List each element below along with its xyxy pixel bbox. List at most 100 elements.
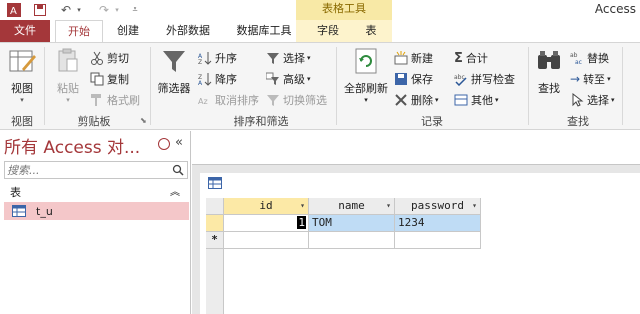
replace-icon: ab ac — [570, 51, 584, 65]
search-icon[interactable] — [172, 164, 184, 179]
column-header-name[interactable]: name ▾ — [309, 198, 395, 215]
table-cell-name[interactable]: TOM — [309, 215, 395, 232]
totals-button[interactable]: Σ 合计 — [454, 49, 488, 67]
ribbon: 视图 ▾ 视图 粘贴 ▾ 剪切 复制 格式刷 剪贴板 ⬊ 筛选器 AZ 升序 Z… — [0, 42, 640, 130]
more-button[interactable]: 其他 ▾ — [454, 91, 499, 109]
customize-qat-icon[interactable]: ⩡ — [130, 2, 140, 18]
record-selector-column — [206, 249, 224, 314]
column-header-id[interactable]: id ▾ — [224, 198, 309, 215]
column-dropdown-icon[interactable]: ▾ — [300, 198, 305, 214]
tab-table[interactable]: 表 — [356, 20, 386, 42]
paste-button[interactable]: 粘贴 ▾ — [50, 47, 86, 104]
save-icon[interactable] — [32, 2, 48, 18]
svg-text:ab: ab — [570, 52, 578, 59]
filter-label: 筛选器 — [157, 82, 191, 95]
cut-button[interactable]: 剪切 — [90, 49, 129, 67]
new-row-cell[interactable] — [395, 232, 481, 249]
view-icon — [4, 47, 40, 78]
delete-dropdown-icon: ▾ — [435, 96, 439, 104]
column-header-label: id — [259, 199, 273, 212]
nav-section-tables[interactable]: 表 ︽ — [4, 183, 188, 199]
tab-fields[interactable]: 字段 — [310, 20, 346, 42]
paste-dropdown-icon: ▾ — [66, 96, 70, 104]
selection-filter-label: 选择 — [283, 52, 305, 65]
selection-filter-button[interactable]: 选择 ▾ — [266, 49, 311, 67]
nav-item-table[interactable]: t_u — [4, 202, 189, 220]
advanced-filter-icon — [266, 72, 280, 86]
select-button[interactable]: 选择 ▾ — [570, 91, 615, 109]
advanced-filter-button[interactable]: 高级 ▾ — [266, 70, 311, 88]
find-button[interactable]: 查找 — [532, 47, 566, 96]
table-tools-context-label: 表格工具 — [296, 0, 392, 20]
find-group-label: 查找 — [567, 115, 589, 128]
nav-pane-title[interactable]: 所有 Access 对... — [4, 133, 140, 158]
column-dropdown-icon[interactable]: ▾ — [472, 198, 477, 214]
select-all-corner[interactable] — [206, 198, 224, 215]
view-button[interactable]: 视图 ▾ — [4, 47, 40, 104]
svg-text:Az: Az — [198, 97, 208, 106]
toggle-filter-button[interactable]: 切换筛选 — [266, 91, 327, 109]
record-selector[interactable] — [206, 215, 224, 232]
clipboard-launcher-icon[interactable]: ⬊ — [140, 116, 147, 125]
refresh-dropdown-icon: ▾ — [364, 96, 368, 104]
tab-database-tools[interactable]: 数据库工具 — [228, 20, 300, 42]
section-collapse-icon[interactable]: ︽ — [170, 183, 180, 198]
sort-descending-icon: ZA — [198, 72, 212, 86]
new-row-cell[interactable] — [309, 232, 395, 249]
column-header-password[interactable]: password ▾ — [395, 198, 481, 215]
cell-value: 1234 — [398, 216, 425, 229]
more-dropdown-icon: ▾ — [495, 96, 499, 104]
new-record-button[interactable]: 新建 — [394, 49, 433, 67]
app-title: Access — [594, 2, 636, 16]
replace-label: 替换 — [587, 52, 609, 65]
undo-dropdown-icon[interactable]: ▾ — [74, 2, 84, 18]
cursor-icon — [570, 93, 584, 107]
tab-home[interactable]: 开始 — [55, 20, 103, 42]
column-dropdown-icon[interactable]: ▾ — [386, 198, 391, 214]
table-cell-id[interactable]: 1 — [224, 215, 309, 232]
redo-icon[interactable]: ↷ — [96, 2, 112, 18]
cell-value: TOM — [312, 216, 332, 229]
cell-value: 1 — [297, 216, 306, 229]
table-cell-password[interactable]: 1234 — [395, 215, 481, 232]
totals-label: 合计 — [465, 52, 488, 65]
tab-create[interactable]: 创建 — [110, 20, 146, 42]
delete-record-button[interactable]: 删除 ▾ — [394, 91, 439, 109]
redo-dropdown-icon[interactable]: ▾ — [112, 2, 122, 18]
new-record-label: 新建 — [411, 52, 433, 65]
nav-menu-icon[interactable] — [158, 138, 170, 150]
cut-label: 剪切 — [107, 52, 129, 65]
format-painter-label: 格式刷 — [107, 94, 140, 107]
svg-text:ac: ac — [575, 59, 582, 65]
format-painter-button[interactable]: 格式刷 — [90, 91, 140, 109]
nav-search-input[interactable] — [5, 162, 165, 178]
column-header-label: password — [411, 199, 464, 212]
sort-ascending-button[interactable]: AZ 升序 — [198, 49, 237, 67]
paste-label: 粘贴 — [57, 82, 79, 95]
sort-descending-button[interactable]: ZA 降序 — [198, 70, 237, 88]
replace-button[interactable]: ab ac 替换 — [570, 49, 609, 67]
new-record-marker[interactable]: * — [206, 232, 224, 249]
copy-button[interactable]: 复制 — [90, 70, 129, 88]
undo-icon[interactable]: ↶ — [58, 2, 74, 18]
tab-file[interactable]: 文件 — [0, 20, 50, 42]
nav-item-label: t_u — [36, 204, 53, 218]
tab-external-data[interactable]: 外部数据 — [158, 20, 218, 42]
goto-button[interactable]: → 转至 ▾ — [570, 70, 611, 88]
advanced-filter-label: 高级 — [283, 73, 305, 86]
format-painter-icon — [90, 93, 104, 107]
refresh-all-button[interactable]: 全部刷新 ▾ — [342, 47, 390, 104]
save-record-label: 保存 — [411, 73, 433, 86]
filter-button[interactable]: 筛选器 — [154, 47, 194, 96]
goto-arrow-icon: → — [570, 72, 581, 86]
ribbon-tabs: 文件 开始 创建 外部数据 数据库工具 字段 表 — [0, 20, 640, 42]
remove-sort-label: 取消排序 — [215, 94, 259, 107]
new-row-cell[interactable] — [224, 232, 309, 249]
remove-sort-button[interactable]: Az 取消排序 — [198, 91, 259, 109]
save-record-button[interactable]: 保存 — [394, 70, 433, 88]
toggle-filter-icon — [266, 93, 280, 107]
spelling-button[interactable]: abc 拼写检查 — [454, 70, 515, 88]
records-group-label: 记录 — [421, 115, 443, 128]
collapse-pane-icon[interactable]: « — [175, 135, 183, 150]
document-tab-strip — [192, 131, 640, 165]
